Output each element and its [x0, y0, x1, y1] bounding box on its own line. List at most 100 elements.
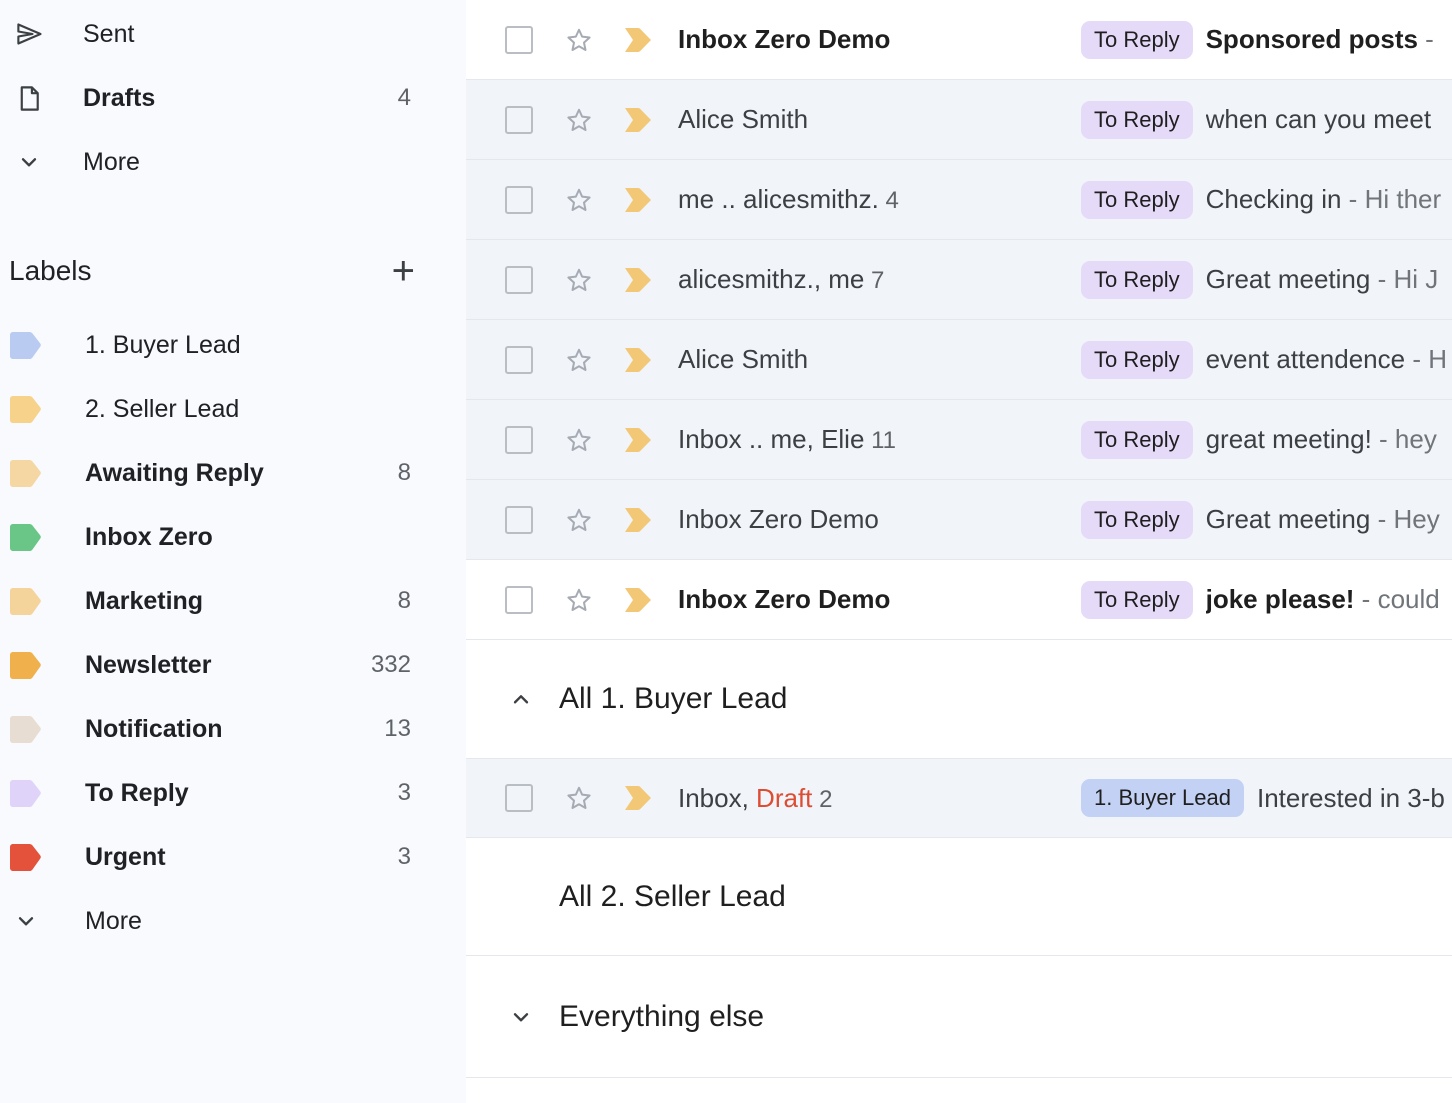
sender-name: me .. alicesmithz. — [678, 184, 879, 214]
chevron-placeholder — [508, 884, 534, 910]
star-icon[interactable] — [564, 583, 594, 617]
star-icon[interactable] — [564, 503, 594, 537]
star-icon[interactable] — [564, 103, 594, 137]
sender-name: Alice Smith — [678, 104, 808, 134]
labels-title: Labels — [9, 255, 392, 287]
label-tag-icon — [10, 588, 41, 615]
subject: Great meeting — [1206, 264, 1371, 294]
sender: Inbox Zero Demo — [678, 584, 1081, 615]
thread-count: 11 — [864, 427, 896, 454]
sidebar-label-name: To Reply — [85, 779, 398, 808]
subject-separator: - — [1372, 424, 1395, 454]
sender-name: Inbox .. me, Elie — [678, 424, 864, 454]
email-row[interactable]: Inbox, Draft 21. Buyer LeadInterested in… — [466, 758, 1452, 838]
subject-snippet: great meeting! - hey — [1206, 424, 1452, 455]
unread-count: 13 — [384, 715, 411, 743]
sidebar-label-marketing[interactable]: Marketing8 — [0, 569, 466, 633]
sidebar-item-more[interactable]: More — [0, 130, 466, 194]
importance-marker-icon[interactable] — [623, 587, 653, 613]
sidebar-item-more-labels[interactable]: More — [0, 889, 466, 953]
add-label-button[interactable]: + — [392, 258, 415, 284]
sidebar-label-notification[interactable]: Notification13 — [0, 697, 466, 761]
subject-snippet: Checking in - Hi ther — [1206, 184, 1452, 215]
star-icon[interactable] — [564, 263, 594, 297]
sender-name: Inbox Zero Demo — [678, 584, 890, 614]
snippet: H — [1428, 344, 1447, 374]
sidebar-label-newsletter[interactable]: Newsletter332 — [0, 633, 466, 697]
label-badge[interactable]: To Reply — [1081, 501, 1193, 539]
sidebar-label-name: Urgent — [85, 843, 398, 872]
sidebar-label-to-reply[interactable]: To Reply3 — [0, 761, 466, 825]
label-badge[interactable]: To Reply — [1081, 261, 1193, 299]
sidebar-label-urgent[interactable]: Urgent3 — [0, 825, 466, 889]
subject: Interested in 3-b — [1257, 783, 1445, 813]
importance-marker-icon[interactable] — [623, 785, 653, 811]
email-row[interactable]: alicesmithz., me 7To ReplyGreat meeting … — [466, 240, 1452, 320]
label-badge[interactable]: To Reply — [1081, 21, 1193, 59]
label-badge[interactable]: 1. Buyer Lead — [1081, 779, 1244, 817]
sidebar-label-inbox-zero[interactable]: Inbox Zero — [0, 505, 466, 569]
star-icon[interactable] — [564, 183, 594, 217]
select-checkbox[interactable] — [505, 346, 533, 374]
chevron-down-icon — [10, 906, 41, 936]
email-row[interactable]: Inbox Zero DemoTo ReplyGreat meeting - H… — [466, 480, 1452, 560]
chevron-down-icon[interactable] — [508, 1004, 534, 1030]
label-badge[interactable]: To Reply — [1081, 421, 1193, 459]
section-header-all-1-buyer-lead: All 1. Buyer Lead — [466, 640, 1452, 758]
select-checkbox[interactable] — [505, 26, 533, 54]
sidebar-label-name: 2. Seller Lead — [85, 395, 411, 424]
select-checkbox[interactable] — [505, 426, 533, 454]
email-row[interactable]: me .. alicesmithz. 4To ReplyChecking in … — [466, 160, 1452, 240]
select-checkbox[interactable] — [505, 186, 533, 214]
snippet: could — [1378, 584, 1440, 614]
select-checkbox[interactable] — [505, 784, 533, 812]
sidebar-item-sent[interactable]: Sent — [0, 2, 466, 66]
select-checkbox[interactable] — [505, 106, 533, 134]
select-checkbox[interactable] — [505, 586, 533, 614]
label-badge[interactable]: To Reply — [1081, 101, 1193, 139]
email-row[interactable]: Inbox .. me, Elie 11To Replygreat meetin… — [466, 400, 1452, 480]
subject-separator: - — [1370, 504, 1393, 534]
sender: Alice Smith — [678, 344, 1081, 375]
subject-snippet: when can you meet — [1206, 104, 1452, 135]
star-icon[interactable] — [564, 781, 594, 815]
importance-marker-icon[interactable] — [623, 187, 653, 213]
sidebar-label-2-seller-lead[interactable]: 2. Seller Lead — [0, 377, 466, 441]
gmail-app: SentDrafts4More Labels + 1. Buyer Lead2.… — [0, 0, 1452, 1103]
sidebar-label-awaiting-reply[interactable]: Awaiting Reply8 — [0, 441, 466, 505]
importance-marker-icon[interactable] — [623, 427, 653, 453]
subject-snippet: joke please! - could — [1206, 584, 1452, 615]
star-icon[interactable] — [564, 23, 594, 57]
sidebar-item-drafts[interactable]: Drafts4 — [0, 66, 466, 130]
subject-separator: - — [1418, 24, 1434, 54]
sender: Inbox Zero Demo — [678, 24, 1081, 55]
label-badge[interactable]: To Reply — [1081, 581, 1193, 619]
subject-separator: - — [1341, 184, 1364, 214]
importance-marker-icon[interactable] — [623, 267, 653, 293]
star-icon[interactable] — [564, 423, 594, 457]
email-row[interactable]: Alice SmithTo Replyevent attendence - H — [466, 320, 1452, 400]
subject: joke please! — [1206, 584, 1355, 614]
send-icon — [14, 19, 44, 49]
email-row[interactable]: Alice Smith To Reply when can you meet — [466, 80, 1452, 160]
label-tag-icon — [10, 844, 41, 871]
importance-marker-icon[interactable] — [623, 347, 653, 373]
select-checkbox[interactable] — [505, 266, 533, 294]
email-row[interactable]: Inbox Zero DemoTo ReplySponsored posts - — [466, 0, 1452, 80]
importance-marker-icon[interactable] — [623, 507, 653, 533]
label-badge[interactable]: To Reply — [1081, 181, 1193, 219]
importance-marker-icon[interactable] — [623, 107, 653, 133]
star-icon[interactable] — [564, 343, 594, 377]
select-checkbox[interactable] — [505, 506, 533, 534]
label-badge[interactable]: To Reply — [1081, 341, 1193, 379]
sidebar-label-1-buyer-lead[interactable]: 1. Buyer Lead — [0, 313, 466, 377]
unread-count: 332 — [371, 651, 411, 679]
sender: Inbox .. me, Elie 11 — [678, 424, 1081, 455]
sender-name: Inbox Zero Demo — [678, 24, 890, 54]
label-tag-icon — [10, 716, 41, 743]
sidebar-labels: 1. Buyer Lead 2. Seller Lead Awaiting Repl… — [0, 313, 466, 953]
chevron-up-icon[interactable] — [508, 686, 534, 712]
importance-marker-icon[interactable] — [623, 27, 653, 53]
unread-count: 8 — [398, 459, 411, 487]
email-row[interactable]: Inbox Zero Demo To Reply joke please! - co… — [466, 560, 1452, 640]
